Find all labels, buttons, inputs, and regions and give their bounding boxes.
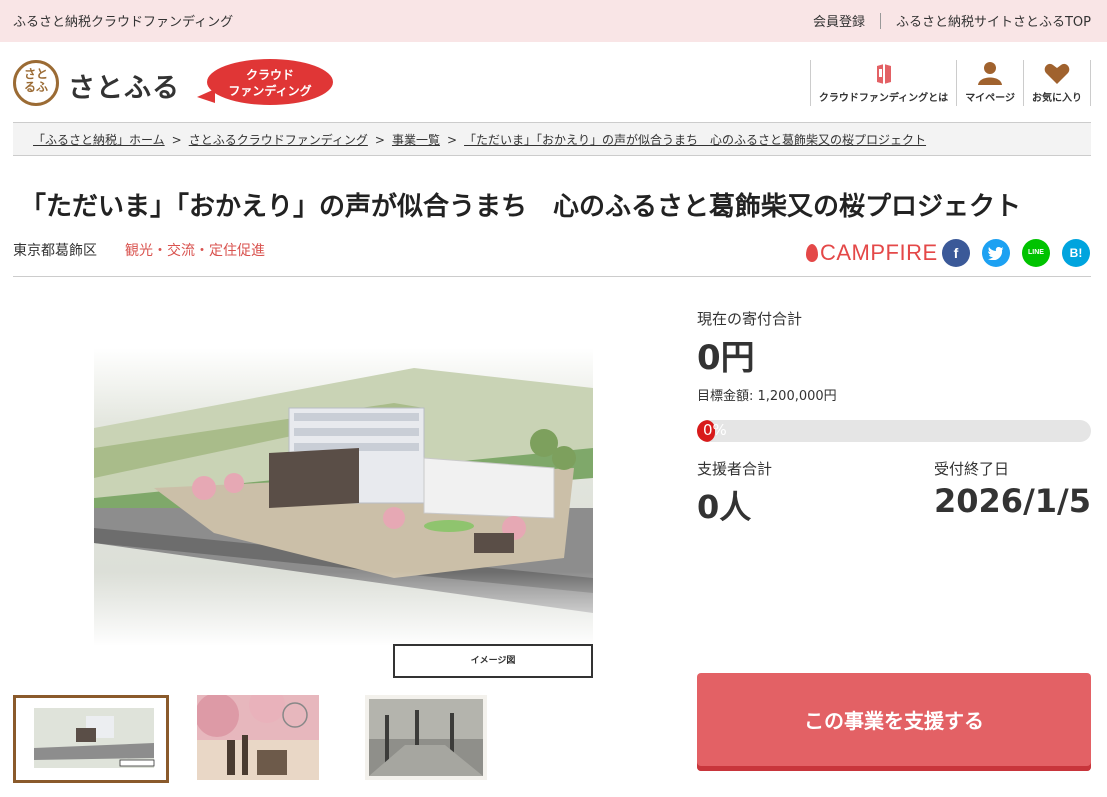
facebook-share-button[interactable]: f bbox=[942, 239, 970, 267]
thumbnail-cherry-blossom-image bbox=[197, 695, 319, 780]
goal-amount: 目標金額: 1,200,000円 bbox=[697, 389, 837, 404]
top-bar: ふるさと納税クラウドファンディング 会員登録 ふるさと納税サイトさとふるTOP bbox=[0, 0, 1107, 42]
nav-label: マイページ bbox=[965, 93, 1015, 104]
user-icon bbox=[978, 62, 1003, 85]
badge-line1: クラウド bbox=[245, 68, 294, 82]
thumbnail-aerial-image bbox=[16, 698, 166, 780]
thumbnail-2[interactable] bbox=[197, 695, 319, 780]
progress-percent: 0% bbox=[703, 421, 727, 439]
breadcrumb-home[interactable]: 「ふるさと納税」ホーム bbox=[33, 133, 165, 147]
campfire-logo[interactable]: CAMPFIRE bbox=[806, 240, 938, 266]
badge-line2: ファンディング bbox=[228, 84, 312, 98]
total-donation-label: 現在の寄付合計 bbox=[697, 310, 803, 328]
breadcrumb: 「ふるさと納税」ホーム > さとふるクラウドファンディング > 事業一覧 > 「ただいま」「… bbox=[13, 122, 1091, 156]
top-links: 会員登録 ふるさと納税サイトさとふるTOP bbox=[813, 11, 1091, 30]
site-brand-text: ふるさと納税クラウドファンディング bbox=[13, 15, 234, 30]
breadcrumb-project-list[interactable]: 事業一覧 bbox=[392, 133, 440, 147]
project-main-image bbox=[94, 348, 593, 646]
project-location: 東京都葛飾区 bbox=[13, 243, 97, 259]
nav-favorites[interactable]: お気に入り bbox=[1023, 60, 1091, 106]
link-divider bbox=[879, 12, 881, 29]
campfire-text: CAMPFIRE bbox=[820, 240, 938, 265]
image-caption: イメージ図 bbox=[393, 644, 593, 678]
heart-icon bbox=[1044, 63, 1070, 84]
flame-icon bbox=[806, 244, 818, 262]
satofull-logo-mark[interactable]: さと るふ bbox=[13, 60, 59, 106]
breadcrumb-separator: > bbox=[374, 133, 385, 147]
supporters-label: 支援者合計 bbox=[697, 460, 773, 478]
breadcrumb-separator: > bbox=[446, 133, 458, 147]
site-header: さと るふ さとふる クラウド ファンディング クラウドファンディングとは マイペ… bbox=[0, 42, 1107, 122]
thumbnail-1[interactable] bbox=[13, 695, 169, 783]
breadcrumb-crowdfunding[interactable]: さとふるクラウドファンディング bbox=[189, 133, 368, 147]
header-nav: クラウドファンディングとは マイページ お気に入り bbox=[809, 60, 1091, 106]
line-share-button[interactable]: LINE bbox=[1022, 239, 1050, 267]
satofull-logo-text[interactable]: さとふる bbox=[68, 66, 180, 105]
total-donation-value: 0円 bbox=[697, 338, 755, 378]
deadline-value: 2026/1/5 bbox=[934, 482, 1091, 520]
breadcrumb-separator: > bbox=[171, 133, 182, 147]
nav-label: お気に入り bbox=[1032, 93, 1082, 104]
deadline-label: 受付終了日 bbox=[934, 460, 1010, 478]
nav-label: クラウドファンディングとは bbox=[818, 93, 949, 104]
breadcrumb-current[interactable]: 「ただいま」「おかえり」の声が似合うまち 心のふるさと葛飾柴又の桜プロジェクト bbox=[464, 133, 926, 147]
project-title: 「ただいま」「おかえり」の声が似合うまち 心のふるさと葛飾柴又の桜プロジェクト bbox=[20, 192, 1022, 222]
nav-mypage[interactable]: マイページ bbox=[956, 60, 1023, 106]
book-icon bbox=[876, 64, 891, 84]
aerial-illustration bbox=[94, 348, 593, 646]
project-category[interactable]: 観光・交流・定住促進 bbox=[125, 240, 265, 260]
satofull-top-link[interactable]: ふるさと納税サイトさとふるTOP bbox=[896, 11, 1091, 30]
thumbnail-historical-photo bbox=[365, 695, 487, 780]
hatena-bookmark-button[interactable]: B! bbox=[1062, 239, 1090, 267]
crowdfunding-badge[interactable]: クラウド ファンディング bbox=[197, 59, 333, 105]
nav-about-crowdfunding[interactable]: クラウドファンディングとは bbox=[809, 60, 956, 106]
line-icon: LINE bbox=[1028, 249, 1044, 256]
section-divider bbox=[13, 276, 1091, 277]
facebook-icon: f bbox=[953, 245, 959, 261]
progress-bar: 0% bbox=[697, 420, 1091, 442]
hatena-icon: B! bbox=[1069, 246, 1083, 260]
thumbnail-3[interactable] bbox=[365, 695, 487, 780]
supporters-value: 0人 bbox=[697, 488, 752, 526]
twitter-share-button[interactable] bbox=[982, 239, 1010, 267]
twitter-icon bbox=[988, 247, 1004, 261]
support-project-button[interactable]: この事業を支援する bbox=[697, 673, 1091, 771]
register-link[interactable]: 会員登録 bbox=[813, 11, 865, 30]
